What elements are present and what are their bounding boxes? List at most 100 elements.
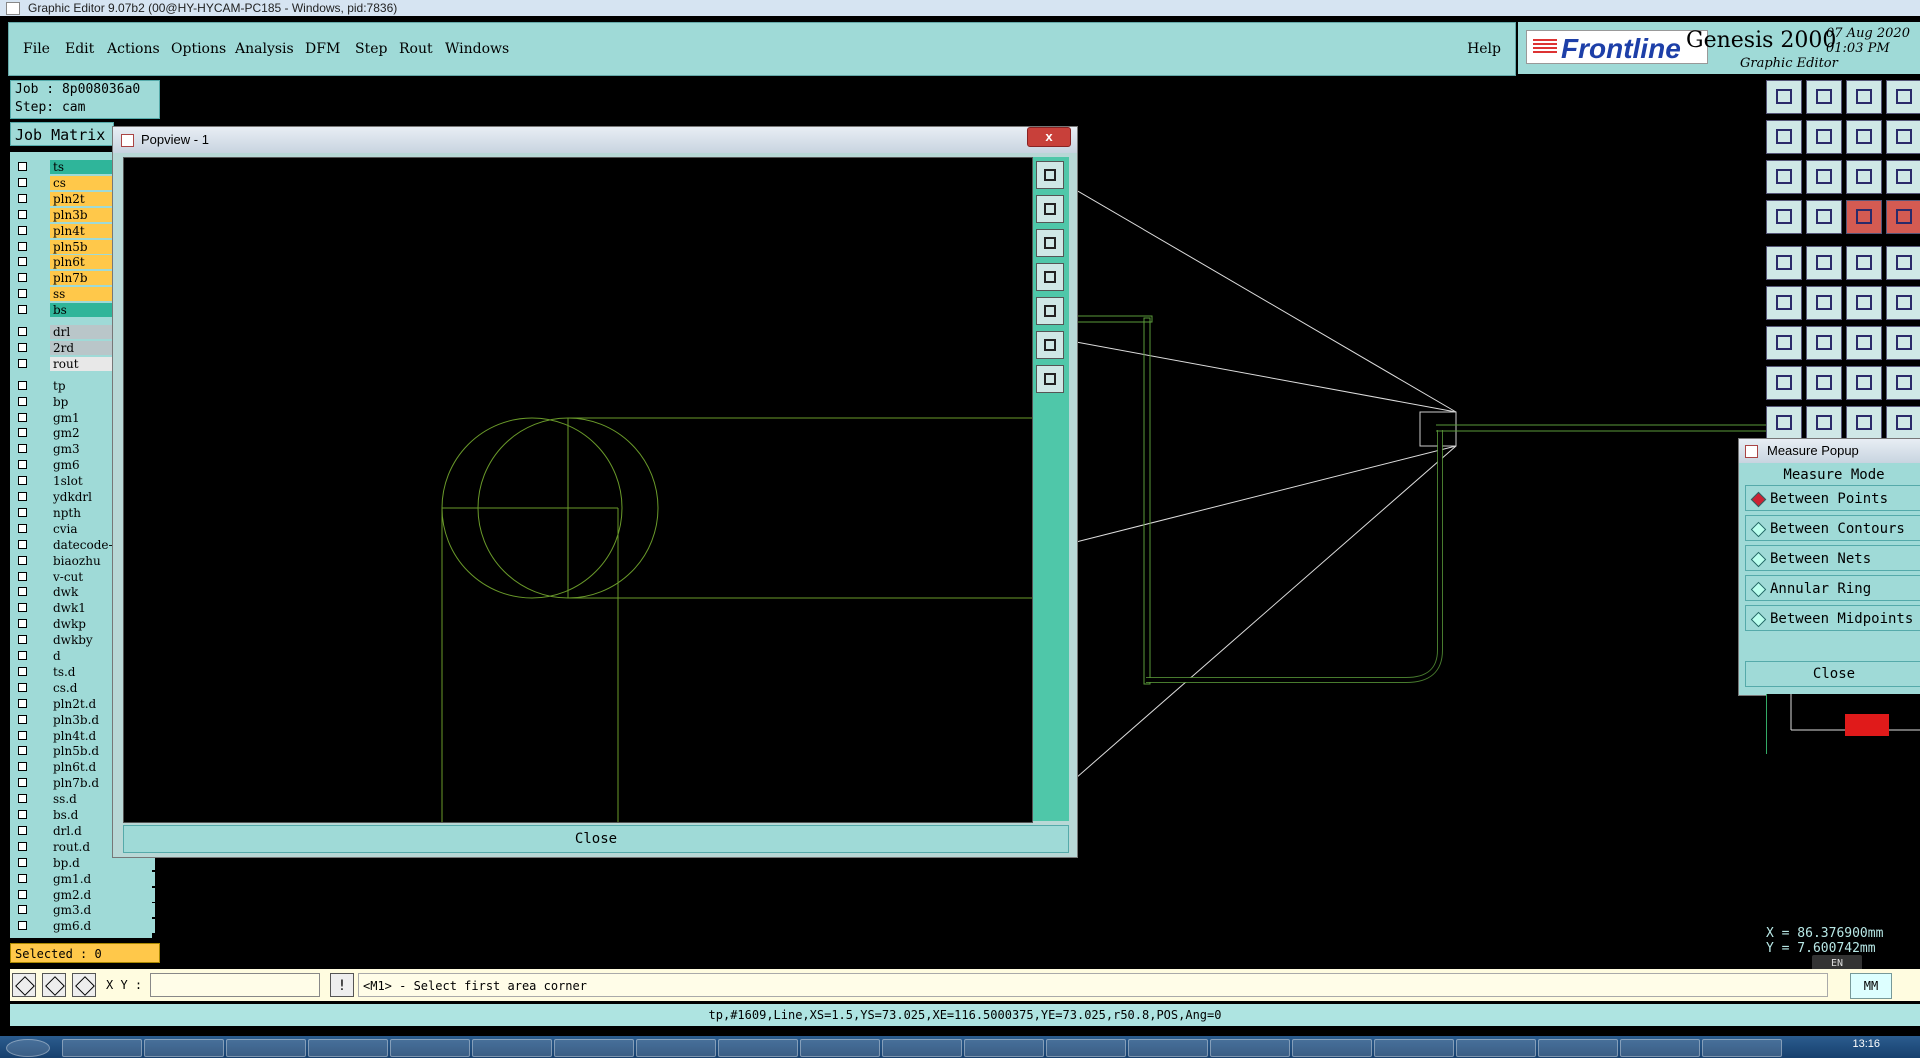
taskbar-app[interactable] bbox=[800, 1039, 880, 1057]
layer-checkbox[interactable] bbox=[18, 492, 27, 501]
ruler-icon[interactable] bbox=[1846, 246, 1882, 280]
layer-row[interactable]: gm2.d bbox=[14, 887, 155, 903]
point-icon[interactable] bbox=[1766, 366, 1802, 400]
unit-selector[interactable]: MM bbox=[1850, 973, 1892, 999]
taskbar-app[interactable] bbox=[1620, 1039, 1700, 1057]
taskbar-app[interactable] bbox=[1374, 1039, 1454, 1057]
layer-checkbox[interactable] bbox=[18, 396, 27, 406]
layer-checkbox[interactable] bbox=[18, 162, 27, 171]
layer-checkbox[interactable] bbox=[18, 380, 27, 390]
layer-checkbox[interactable] bbox=[18, 358, 27, 368]
angle-icon[interactable] bbox=[1766, 326, 1802, 360]
layer-checkbox[interactable] bbox=[18, 825, 27, 835]
layer-checkbox[interactable] bbox=[18, 327, 27, 336]
popview-close-button[interactable]: Close bbox=[123, 825, 1069, 853]
layer-checkbox[interactable] bbox=[18, 587, 27, 597]
layer-up-icon[interactable] bbox=[1766, 80, 1802, 114]
taskbar-app[interactable] bbox=[390, 1039, 470, 1057]
layer-row[interactable]: gm6.d bbox=[14, 919, 155, 934]
taskbar-app[interactable] bbox=[1702, 1039, 1782, 1057]
menu-help[interactable]: Help bbox=[1467, 41, 1501, 57]
home-icon[interactable] bbox=[1846, 80, 1882, 114]
zoom-scale-icon[interactable] bbox=[1846, 160, 1882, 194]
menu-step[interactable]: Step bbox=[355, 41, 387, 57]
pan-left-icon[interactable] bbox=[1766, 120, 1802, 154]
mode-between-midpoints[interactable]: Between Midpoints bbox=[1745, 605, 1920, 631]
taskbar-app[interactable] bbox=[62, 1039, 142, 1057]
taskbar-app[interactable] bbox=[1538, 1039, 1618, 1057]
layer-checkbox[interactable] bbox=[18, 603, 27, 613]
layer-checkbox[interactable] bbox=[18, 873, 27, 883]
taskbar-app[interactable] bbox=[144, 1039, 224, 1057]
pan-right-icon[interactable] bbox=[1806, 120, 1842, 154]
triangle2-icon[interactable] bbox=[1806, 406, 1842, 440]
layer-checkbox[interactable] bbox=[18, 810, 27, 819]
layer-checkbox[interactable] bbox=[18, 241, 27, 251]
pan-up-icon[interactable] bbox=[1036, 195, 1064, 223]
feature-icon[interactable] bbox=[1886, 326, 1920, 360]
layer-checkbox[interactable] bbox=[18, 889, 27, 899]
zoom-out-icon[interactable] bbox=[1036, 365, 1064, 393]
zoom-1to1-icon[interactable] bbox=[1846, 120, 1882, 154]
stop-icon[interactable] bbox=[1886, 246, 1920, 280]
net-icon[interactable] bbox=[1846, 200, 1882, 234]
taskbar-app[interactable] bbox=[554, 1039, 634, 1057]
layer-checkbox[interactable] bbox=[18, 651, 27, 660]
help-icon[interactable] bbox=[1886, 160, 1920, 194]
start-button[interactable] bbox=[6, 1039, 50, 1057]
layer-checkbox[interactable] bbox=[18, 193, 27, 203]
pad-icon[interactable] bbox=[1766, 246, 1802, 280]
fit-window-icon[interactable] bbox=[1766, 160, 1802, 194]
mode-between-points[interactable]: Between Points bbox=[1745, 485, 1920, 511]
layer-checkbox[interactable] bbox=[18, 209, 27, 219]
taskbar-app[interactable] bbox=[1046, 1039, 1126, 1057]
taskbar-app[interactable] bbox=[1210, 1039, 1290, 1057]
split-view-icon[interactable] bbox=[1886, 80, 1920, 114]
layer-checkbox[interactable] bbox=[18, 841, 27, 851]
popview-canvas[interactable] bbox=[123, 157, 1033, 823]
menu-options[interactable]: Options bbox=[171, 41, 226, 57]
layer-checkbox[interactable] bbox=[18, 619, 27, 629]
curve-icon[interactable] bbox=[1886, 286, 1920, 320]
mode-annular-ring[interactable]: Annular Ring bbox=[1745, 575, 1920, 601]
taskbar-app[interactable] bbox=[1292, 1039, 1372, 1057]
layer-checkbox[interactable] bbox=[18, 730, 27, 740]
layer-checkbox[interactable] bbox=[18, 257, 27, 267]
taskbar-app[interactable] bbox=[964, 1039, 1044, 1057]
layer-checkbox[interactable] bbox=[18, 905, 27, 915]
triangle4-icon[interactable] bbox=[1886, 406, 1920, 440]
layer-row[interactable]: gm1.d bbox=[14, 871, 155, 887]
layer-checkbox[interactable] bbox=[18, 428, 27, 438]
mode-between-nets[interactable]: Between Nets bbox=[1745, 545, 1920, 571]
net2-icon[interactable] bbox=[1886, 200, 1920, 234]
mode-between-contours[interactable]: Between Contours bbox=[1745, 515, 1920, 541]
layer-checkbox[interactable] bbox=[18, 714, 27, 724]
tool-icon[interactable] bbox=[1766, 200, 1802, 234]
layer-checkbox[interactable] bbox=[18, 666, 27, 676]
layer-checkbox[interactable] bbox=[18, 571, 27, 581]
layer-checkbox[interactable] bbox=[18, 507, 27, 517]
layer-row[interactable]: gm3.d bbox=[14, 903, 155, 918]
snap-mode-icon[interactable] bbox=[12, 973, 36, 997]
layer-checkbox[interactable] bbox=[18, 794, 27, 804]
layer-checkbox[interactable] bbox=[18, 177, 27, 187]
menu-rout[interactable]: Rout bbox=[399, 41, 433, 57]
grid-snap-icon[interactable] bbox=[72, 973, 96, 997]
menu-windows[interactable]: Windows bbox=[445, 41, 509, 57]
menu-edit[interactable]: Edit bbox=[65, 41, 94, 57]
taskbar-app[interactable] bbox=[882, 1039, 962, 1057]
layer-checkbox[interactable] bbox=[18, 635, 27, 645]
menu-actions[interactable]: Actions bbox=[107, 41, 160, 57]
taskbar-app[interactable] bbox=[472, 1039, 552, 1057]
triangle-icon[interactable] bbox=[1766, 406, 1802, 440]
layer-checkbox[interactable] bbox=[18, 778, 27, 788]
pan-right-icon[interactable] bbox=[1036, 297, 1064, 325]
pin-icon[interactable] bbox=[1806, 200, 1842, 234]
popview-close-x-button[interactable]: x bbox=[1027, 127, 1071, 147]
menu-analysis[interactable]: Analysis bbox=[235, 41, 294, 57]
measure-close-button[interactable]: Close bbox=[1745, 661, 1920, 687]
shape-icon[interactable] bbox=[1886, 366, 1920, 400]
zoom-in-icon[interactable] bbox=[1036, 331, 1064, 359]
layer-checkbox[interactable] bbox=[18, 289, 27, 299]
xy-input[interactable] bbox=[150, 973, 320, 997]
